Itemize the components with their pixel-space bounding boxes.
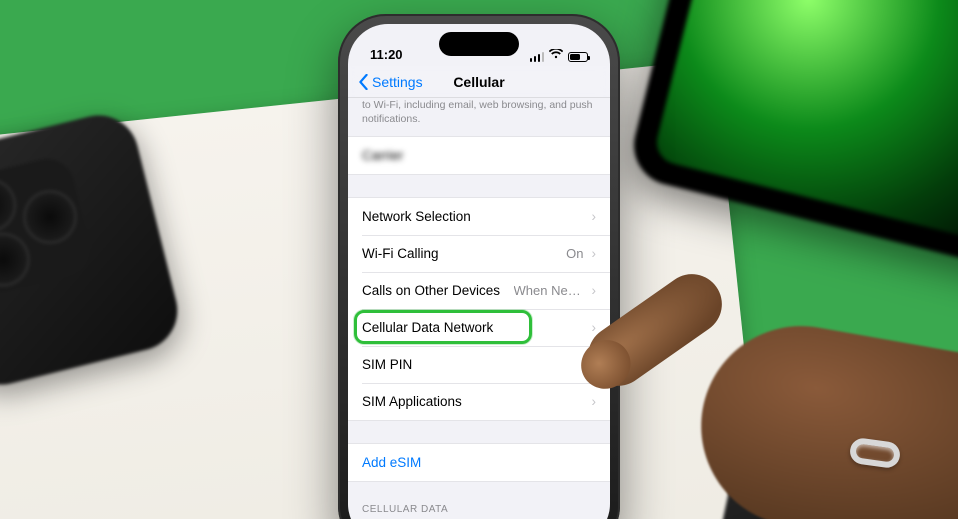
scroll-content[interactable]: to Wi-Fi, including email, web browsing,… — [348, 98, 610, 519]
add-esim-row[interactable]: Add eSIM — [348, 444, 610, 481]
photo-scene: 11:20 Settings Cellular to Wi-Fi, includ… — [0, 0, 958, 519]
sim-pin-row[interactable]: SIM PIN › — [348, 346, 610, 383]
row-label: SIM PIN — [362, 357, 412, 372]
iphone-device: 11:20 Settings Cellular to Wi-Fi, includ… — [338, 14, 620, 519]
row-label: Add eSIM — [362, 455, 421, 470]
back-button[interactable]: Settings — [358, 74, 423, 90]
back-label: Settings — [372, 74, 423, 90]
navigation-bar: Settings Cellular — [348, 66, 610, 98]
battery-icon — [568, 52, 588, 62]
row-label: Network Selection — [362, 209, 471, 224]
sim-applications-row[interactable]: SIM Applications › — [348, 383, 610, 420]
row-label: Calls on Other Devices — [362, 283, 500, 298]
row-label: Wi-Fi Calling — [362, 246, 439, 261]
row-label: Cellular Data Network — [362, 320, 493, 335]
chevron-right-icon: › — [592, 320, 597, 335]
row-label: Carrier — [362, 148, 403, 163]
section-header: CELLULAR DATA — [348, 504, 610, 519]
settings-group-carrier: Carrier — [348, 136, 610, 175]
cellular-data-network-row[interactable]: Cellular Data Network › — [348, 309, 610, 346]
page-title: Cellular — [453, 74, 504, 90]
row-value: When Nearby — [514, 283, 584, 298]
chevron-right-icon: › — [592, 246, 597, 261]
background-phone — [0, 107, 186, 393]
row-value: On — [566, 246, 583, 261]
chevron-right-icon: › — [592, 357, 597, 372]
settings-group-esim: Add eSIM — [348, 443, 610, 482]
chevron-left-icon — [358, 74, 369, 90]
section-footer-text: to Wi-Fi, including email, web browsing,… — [348, 98, 610, 136]
row-value — [566, 148, 588, 163]
background-tablet — [626, 0, 958, 276]
cellular-signal-icon — [530, 52, 545, 62]
status-time: 11:20 — [370, 47, 403, 62]
chevron-right-icon: › — [592, 283, 597, 298]
row-value — [562, 209, 584, 224]
iphone-screen: 11:20 Settings Cellular to Wi-Fi, includ… — [348, 24, 610, 519]
wifi-icon — [549, 47, 563, 62]
carrier-row[interactable]: Carrier — [348, 137, 610, 174]
settings-group-network: Network Selection › Wi-Fi Calling On › C… — [348, 197, 610, 421]
wifi-calling-row[interactable]: Wi-Fi Calling On › — [348, 235, 610, 272]
status-bar: 11:20 — [348, 24, 610, 66]
chevron-right-icon: › — [592, 394, 597, 409]
background-phone-corner — [714, 404, 958, 519]
calls-other-devices-row[interactable]: Calls on Other Devices When Nearby › — [348, 272, 610, 309]
chevron-right-icon: › — [592, 209, 597, 224]
network-selection-row[interactable]: Network Selection › — [348, 198, 610, 235]
row-label: SIM Applications — [362, 394, 462, 409]
